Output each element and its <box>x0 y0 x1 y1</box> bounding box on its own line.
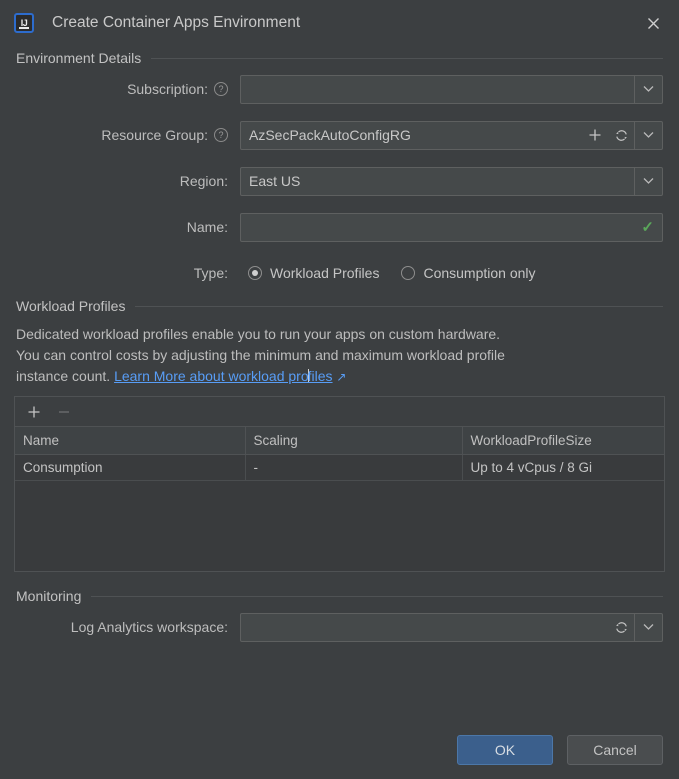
section-divider <box>91 595 663 597</box>
cell-workload-profile-size: Up to 4 vCpus / 8 Gi <box>462 454 664 481</box>
description-line-2: You can control costs by adjusting the m… <box>16 347 505 363</box>
section-title-workload-profiles: Workload Profiles <box>16 298 126 314</box>
resource-group-combobox[interactable]: AzSecPackAutoConfigRG <box>240 120 663 150</box>
row-log-analytics: Log Analytics workspace: <box>16 604 663 650</box>
section-title-environment-details: Environment Details <box>16 50 142 66</box>
label-subscription-text: Subscription: <box>127 81 208 97</box>
remove-profile-button <box>51 400 77 424</box>
radio-workload-profiles[interactable]: Workload Profiles <box>248 265 379 281</box>
section-divider <box>151 57 663 59</box>
radio-selected-icon <box>248 266 262 280</box>
create-container-apps-environment-dialog: IJ Create Container Apps Environment Env… <box>0 0 679 779</box>
label-name-text: Name: <box>186 219 228 235</box>
section-environment-details: Environment Details <box>0 50 679 66</box>
add-profile-button[interactable] <box>21 400 47 424</box>
refresh-icon[interactable] <box>608 614 634 641</box>
label-region: Region: <box>16 173 240 189</box>
radio-unselected-icon <box>401 266 416 280</box>
chevron-down-icon[interactable] <box>634 167 662 195</box>
row-type: Type: Workload Profiles Consumption only <box>16 250 663 296</box>
workload-profiles-table-container: Name Scaling WorkloadProfileSize Consump… <box>14 396 665 572</box>
environment-details-form: Subscription: ? Resource Group: ? AzSecP <box>0 66 679 296</box>
description-line-1: Dedicated workload profiles enable you t… <box>16 326 501 342</box>
section-workload-profiles: Workload Profiles <box>0 298 679 314</box>
cell-name: Consumption <box>15 454 246 481</box>
section-monitoring: Monitoring <box>0 588 679 604</box>
control-type: Workload Profiles Consumption only <box>240 265 663 281</box>
learn-more-link-part2: files <box>307 368 333 384</box>
name-input[interactable]: ✓ <box>240 212 663 242</box>
row-subscription: Subscription: ? <box>16 66 663 112</box>
table-row[interactable]: Consumption - Up to 4 vCpus / 8 Gi <box>15 454 664 481</box>
table-toolbar <box>15 397 664 427</box>
resource-group-value: AzSecPackAutoConfigRG <box>249 127 411 143</box>
table-header-row: Name Scaling WorkloadProfileSize <box>15 427 664 455</box>
title-bar: IJ Create Container Apps Environment <box>0 0 679 46</box>
section-title-monitoring: Monitoring <box>16 588 82 604</box>
description-line-3: instance count. Learn More about workloa… <box>16 366 663 388</box>
help-icon-resource-group[interactable]: ? <box>214 128 228 142</box>
table-empty-area <box>15 481 664 571</box>
control-name: ✓ <box>240 212 663 242</box>
label-name: Name: <box>16 219 240 235</box>
cancel-button[interactable]: Cancel <box>567 735 663 765</box>
region-value: East US <box>249 173 301 189</box>
label-resource-group-text: Resource Group: <box>101 127 208 143</box>
label-subscription: Subscription: ? <box>16 81 240 97</box>
window-title: Create Container Apps Environment <box>52 14 301 31</box>
plus-icon[interactable] <box>582 122 608 149</box>
subscription-combobox[interactable] <box>240 74 663 104</box>
description-line-3-prefix: instance count. <box>16 368 115 384</box>
chevron-down-icon[interactable] <box>634 75 662 103</box>
row-region: Region: East US <box>16 158 663 204</box>
monitoring-form: Log Analytics workspace: <box>0 604 679 650</box>
external-link-icon[interactable]: ↗ <box>336 370 346 384</box>
label-type: Type: <box>16 265 240 281</box>
dialog-footer: OK Cancel <box>457 735 663 765</box>
column-header-workload-profile-size[interactable]: WorkloadProfileSize <box>462 427 664 455</box>
learn-more-link[interactable]: Learn More about workload profiles <box>114 368 332 384</box>
ok-button[interactable]: OK <box>457 735 553 765</box>
close-icon[interactable] <box>641 11 665 35</box>
valid-check-icon: ✓ <box>641 219 654 236</box>
row-name: Name: ✓ <box>16 204 663 250</box>
column-header-scaling[interactable]: Scaling <box>245 427 463 455</box>
control-subscription <box>240 74 663 104</box>
label-region-text: Region: <box>179 173 228 189</box>
label-type-text: Type: <box>193 265 228 281</box>
help-icon-subscription[interactable]: ? <box>214 82 228 96</box>
region-combobox[interactable]: East US <box>240 166 663 196</box>
chevron-down-icon[interactable] <box>634 121 662 149</box>
column-header-name[interactable]: Name <box>15 427 246 455</box>
radio-workload-profiles-label: Workload Profiles <box>270 265 380 281</box>
control-region: East US <box>240 166 663 196</box>
workload-profiles-table: Name Scaling WorkloadProfileSize Consump… <box>15 427 664 481</box>
type-radio-group: Workload Profiles Consumption only <box>240 265 536 281</box>
row-resource-group: Resource Group: ? AzSecPackAutoConfigRG <box>16 112 663 158</box>
radio-consumption-only[interactable]: Consumption only <box>401 265 536 281</box>
cell-scaling: - <box>245 454 463 481</box>
intellij-idea-icon: IJ <box>14 13 34 33</box>
chevron-down-icon[interactable] <box>634 613 662 641</box>
label-log-analytics-text: Log Analytics workspace: <box>70 619 228 635</box>
label-log-analytics: Log Analytics workspace: <box>16 619 240 635</box>
learn-more-link-part1: Learn More about workload pro <box>114 368 309 384</box>
control-resource-group: AzSecPackAutoConfigRG <box>240 120 663 150</box>
workload-profiles-description: Dedicated workload profiles enable you t… <box>0 314 679 388</box>
log-analytics-combobox[interactable] <box>240 612 663 642</box>
refresh-icon[interactable] <box>608 122 634 149</box>
section-divider <box>135 305 663 307</box>
control-log-analytics <box>240 612 663 642</box>
radio-consumption-only-label: Consumption only <box>423 265 536 281</box>
label-resource-group: Resource Group: ? <box>16 127 240 143</box>
